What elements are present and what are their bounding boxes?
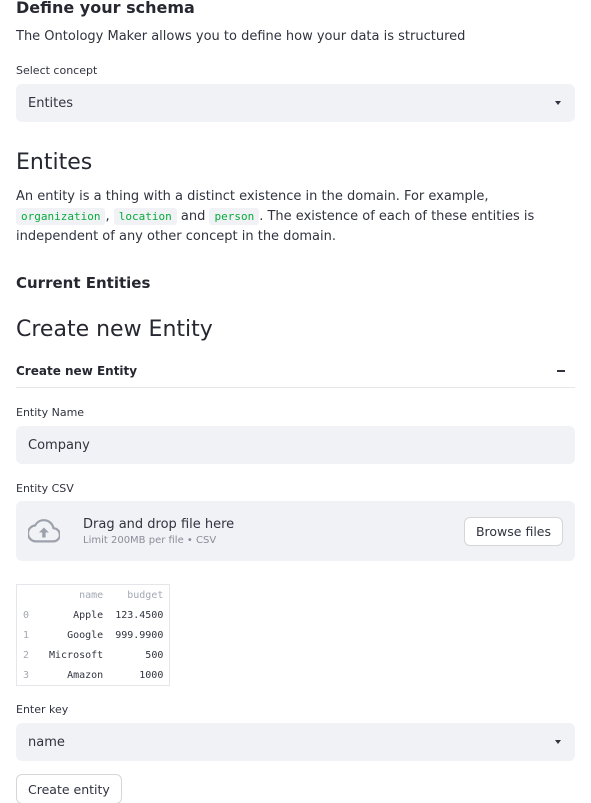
cell-budget: 1000 bbox=[139, 669, 164, 681]
row-index: 2 bbox=[23, 649, 30, 661]
column-header-budget: budget bbox=[127, 589, 164, 601]
desc-part1: An entity is a thing with a distinct exi… bbox=[16, 189, 489, 204]
cell-budget: 123.4500 bbox=[115, 609, 164, 621]
entity-csv-label: Entity CSV bbox=[16, 482, 74, 495]
dropzone-text: Drag and drop file here Limit 200MB per … bbox=[83, 517, 464, 546]
code-person: person bbox=[209, 208, 260, 225]
key-select[interactable]: name bbox=[16, 723, 575, 761]
desc-sep2: and bbox=[176, 209, 210, 224]
file-dropzone[interactable]: Drag and drop file here Limit 200MB per … bbox=[16, 501, 575, 561]
concept-select-value: Entites bbox=[28, 95, 74, 111]
entity-name-input[interactable]: Company bbox=[16, 426, 575, 464]
enter-key-label: Enter key bbox=[16, 703, 69, 716]
expander-title: Create new Entity bbox=[16, 364, 138, 378]
row-index: 0 bbox=[23, 609, 30, 621]
cell-budget: 500 bbox=[145, 649, 164, 661]
cell-name: Apple bbox=[73, 609, 104, 621]
dropzone-limit-text: Limit 200MB per file • CSV bbox=[83, 534, 217, 546]
intro-text: The Ontology Maker allows you to define … bbox=[16, 29, 466, 44]
desc-sep1: , bbox=[105, 209, 114, 224]
table-row: 0 Apple 123.4500 bbox=[17, 605, 169, 625]
row-index: 1 bbox=[23, 629, 30, 641]
cloud-upload-icon bbox=[28, 519, 60, 543]
create-entity-heading: Create new Entity bbox=[16, 317, 213, 342]
current-entities-heading: Current Entities bbox=[16, 274, 151, 292]
table-row: 1 Google 999.9900 bbox=[17, 625, 169, 645]
chevron-down-icon bbox=[555, 740, 561, 744]
entity-description: An entity is a thing with a distinct exi… bbox=[16, 187, 561, 247]
code-location: location bbox=[113, 208, 177, 225]
create-entity-expander[interactable]: Create new Entity bbox=[16, 357, 575, 388]
code-organization: organization bbox=[16, 208, 106, 225]
table-row: 2 Microsoft 500 bbox=[17, 645, 169, 665]
chevron-down-icon bbox=[555, 101, 561, 105]
cell-name: Microsoft bbox=[49, 649, 104, 661]
index-header bbox=[17, 585, 43, 605]
cell-budget: 999.9900 bbox=[115, 629, 164, 641]
cell-name: Google bbox=[67, 629, 104, 641]
dropzone-main-text: Drag and drop file here bbox=[83, 516, 235, 532]
cell-name: Amazon bbox=[67, 669, 104, 681]
create-entity-button[interactable]: Create entity bbox=[16, 774, 122, 803]
row-index: 3 bbox=[23, 669, 30, 681]
entity-dataframe: name budget 0 Apple 123.4500 1 Google 99… bbox=[16, 584, 171, 686]
table-row: 3 Amazon 1000 bbox=[17, 665, 169, 685]
select-concept-label: Select concept bbox=[16, 64, 98, 77]
column-header-name: name bbox=[79, 589, 104, 601]
section-heading: Entites bbox=[16, 150, 93, 175]
concept-select[interactable]: Entites bbox=[16, 84, 575, 122]
browse-files-button[interactable]: Browse files bbox=[463, 516, 563, 546]
collapse-icon[interactable] bbox=[557, 370, 565, 372]
entity-name-label: Entity Name bbox=[16, 406, 85, 419]
key-select-value: name bbox=[28, 734, 65, 750]
table-header-row: name budget bbox=[17, 585, 169, 605]
page-title: Define your schema bbox=[16, 0, 195, 17]
entity-name-value: Company bbox=[28, 437, 90, 453]
